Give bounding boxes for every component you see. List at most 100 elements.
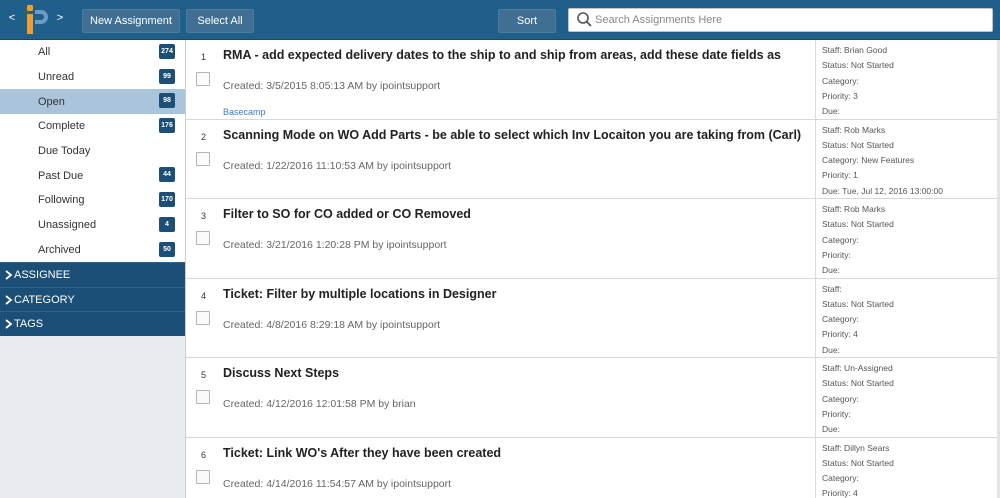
- forward-arrow-icon[interactable]: >: [54, 12, 66, 24]
- created-info: Created: 4/8/2016 8:29:18 AM by ipointsu…: [223, 318, 441, 331]
- count-badge: 170: [159, 192, 175, 208]
- app-logo: [27, 5, 48, 34]
- category-field: Category:: [822, 75, 859, 86]
- assignment-title[interactable]: Ticket: Filter by multiple locations in …: [223, 287, 808, 301]
- row-checkbox[interactable]: [196, 231, 210, 245]
- created-info: Created: 1/22/2016 11:10:53 AM by ipoint…: [223, 159, 452, 172]
- assignment-row[interactable]: 6 Ticket: Link WO's After they have been…: [186, 437, 1000, 498]
- assignment-title[interactable]: Scanning Mode on WO Add Parts - be able …: [223, 128, 808, 142]
- assignment-row[interactable]: 5 Discuss Next Steps Created: 4/12/2016 …: [186, 358, 1000, 438]
- search-box[interactable]: [568, 8, 993, 32]
- row-checkbox[interactable]: [196, 390, 210, 404]
- due-field: Due: Tue, Jul 12, 2016 13:00:00: [822, 185, 943, 196]
- search-input[interactable]: [595, 10, 975, 30]
- chevron-right-icon: [5, 319, 13, 329]
- assignment-meta: Staff: Brian Good Status: Not Started Ca…: [815, 40, 1000, 119]
- sidebar-item-due-today[interactable]: Due Today: [0, 139, 185, 164]
- sidebar-item-complete[interactable]: Complete 176: [0, 114, 185, 139]
- row-checkbox[interactable]: [196, 151, 210, 166]
- staff-field: Staff: Dillyn Sears: [822, 442, 890, 453]
- select-all-button[interactable]: Select All: [186, 9, 254, 33]
- chevron-right-icon: [5, 294, 13, 305]
- section-category[interactable]: CATEGORY: [0, 286, 185, 312]
- sidebar: All 274 Unread 99 Open 98 Complete 176 D…: [0, 40, 186, 498]
- top-toolbar: < > New Assignment Select All Sort: [0, 0, 1000, 40]
- row-checkbox[interactable]: [196, 72, 210, 86]
- sidebar-item-unassigned[interactable]: Unassigned 4: [0, 213, 185, 238]
- count-badge: 4: [159, 216, 175, 232]
- due-field: Due:: [822, 424, 840, 435]
- assignment-row[interactable]: 3 Filter to SO for CO added or CO Remove…: [186, 199, 1000, 279]
- chevron-right-icon: [5, 270, 13, 280]
- sidebar-item-label: Unassigned: [38, 219, 97, 232]
- section-label: CATEGORY: [14, 293, 75, 306]
- assignment-row[interactable]: 1 RMA - add expected delivery dates to t…: [186, 40, 1000, 120]
- category-field: Category:: [822, 314, 859, 325]
- staff-field: Staff: Rob Marks: [822, 204, 886, 214]
- assignment-meta: Staff: Un-Assigned Status: Not Started C…: [815, 358, 1000, 437]
- assignment-list: 1 RMA - add expected delivery dates to t…: [186, 40, 1000, 498]
- created-info: Created: 3/5/2015 8:05:13 AM by ipointsu…: [223, 80, 441, 92]
- sidebar-item-label: Unread: [38, 71, 75, 84]
- sidebar-item-label: All: [38, 46, 51, 59]
- due-field: Due:: [822, 344, 840, 355]
- priority-field: Priority: 1: [822, 170, 858, 181]
- row-number: 6: [201, 449, 207, 460]
- basecamp-link[interactable]: Basecamp: [223, 107, 266, 117]
- search-icon: [577, 12, 592, 27]
- created-info: Created: 4/12/2016 12:01:58 PM by brian: [223, 398, 416, 410]
- staff-field: Staff:: [822, 283, 842, 294]
- sidebar-item-label: Open: [38, 95, 65, 108]
- status-field: Status: Not Started: [822, 219, 894, 230]
- row-number: 5: [201, 370, 207, 380]
- row-number: 2: [201, 131, 207, 142]
- due-field: Due:: [822, 106, 840, 117]
- created-info: Created: 4/14/2016 11:54:57 AM by ipoint…: [223, 477, 452, 490]
- assignment-row[interactable]: 2 Scanning Mode on WO Add Parts - be abl…: [186, 119, 1000, 199]
- row-checkbox[interactable]: [196, 310, 210, 325]
- priority-field: Priority: 4: [822, 329, 858, 340]
- status-field: Status: Not Started: [822, 60, 894, 71]
- sidebar-item-label: Archived: [38, 243, 81, 256]
- sidebar-item-label: Past Due: [38, 169, 84, 182]
- section-assignee[interactable]: ASSIGNEE: [0, 262, 185, 287]
- row-number: 4: [201, 290, 207, 301]
- assignment-title[interactable]: Ticket: Link WO's After they have been c…: [223, 446, 808, 460]
- assignment-title[interactable]: Discuss Next Steps: [223, 366, 808, 380]
- sidebar-item-archived[interactable]: Archived 50: [0, 238, 185, 263]
- staff-field: Staff: Un-Assigned: [822, 363, 893, 373]
- assignment-meta: Staff: Dillyn Sears Status: Not Started …: [815, 437, 1000, 498]
- status-field: Status: Not Started: [822, 457, 894, 468]
- count-badge: 44: [159, 167, 175, 183]
- section-label: TAGS: [14, 318, 44, 331]
- count-badge: 99: [159, 68, 175, 84]
- status-field: Status: Not Started: [822, 378, 894, 389]
- category-field: Category:: [822, 234, 859, 245]
- row-number: 1: [201, 52, 207, 62]
- assignment-title[interactable]: Filter to SO for CO added or CO Removed: [223, 207, 808, 221]
- due-field: Due:: [822, 265, 840, 276]
- sidebar-item-following[interactable]: Following 170: [0, 188, 185, 213]
- sidebar-item-open[interactable]: Open 98: [0, 89, 185, 115]
- section-tags[interactable]: TAGS: [0, 311, 185, 337]
- sort-button[interactable]: Sort: [498, 9, 556, 33]
- sidebar-item-past-due[interactable]: Past Due 44: [0, 163, 185, 188]
- filter-list: All 274 Unread 99 Open 98 Complete 176 D…: [0, 40, 185, 262]
- assignment-meta: Staff: Status: Not Started Category: Pri…: [815, 278, 1000, 358]
- new-assignment-button[interactable]: New Assignment: [82, 9, 180, 33]
- count-badge: 176: [159, 118, 175, 134]
- sidebar-item-all[interactable]: All 274: [0, 40, 185, 65]
- section-label: ASSIGNEE: [14, 268, 71, 281]
- assignment-meta: Staff: Rob Marks Status: Not Started Cat…: [815, 199, 1000, 278]
- assignment-row[interactable]: 4 Ticket: Filter by multiple locations i…: [186, 278, 1000, 358]
- category-field: Category:: [822, 473, 859, 484]
- staff-field: Staff: Brian Good: [822, 45, 888, 55]
- sidebar-item-unread[interactable]: Unread 99: [0, 65, 185, 90]
- assignment-title[interactable]: RMA - add expected delivery dates to the…: [223, 48, 808, 62]
- count-badge: 274: [159, 44, 175, 59]
- count-badge: 50: [159, 241, 175, 257]
- row-checkbox[interactable]: [196, 469, 210, 484]
- back-arrow-icon[interactable]: <: [6, 12, 18, 24]
- sidebar-item-label: Complete: [38, 120, 86, 133]
- sidebar-item-label: Following: [38, 194, 85, 207]
